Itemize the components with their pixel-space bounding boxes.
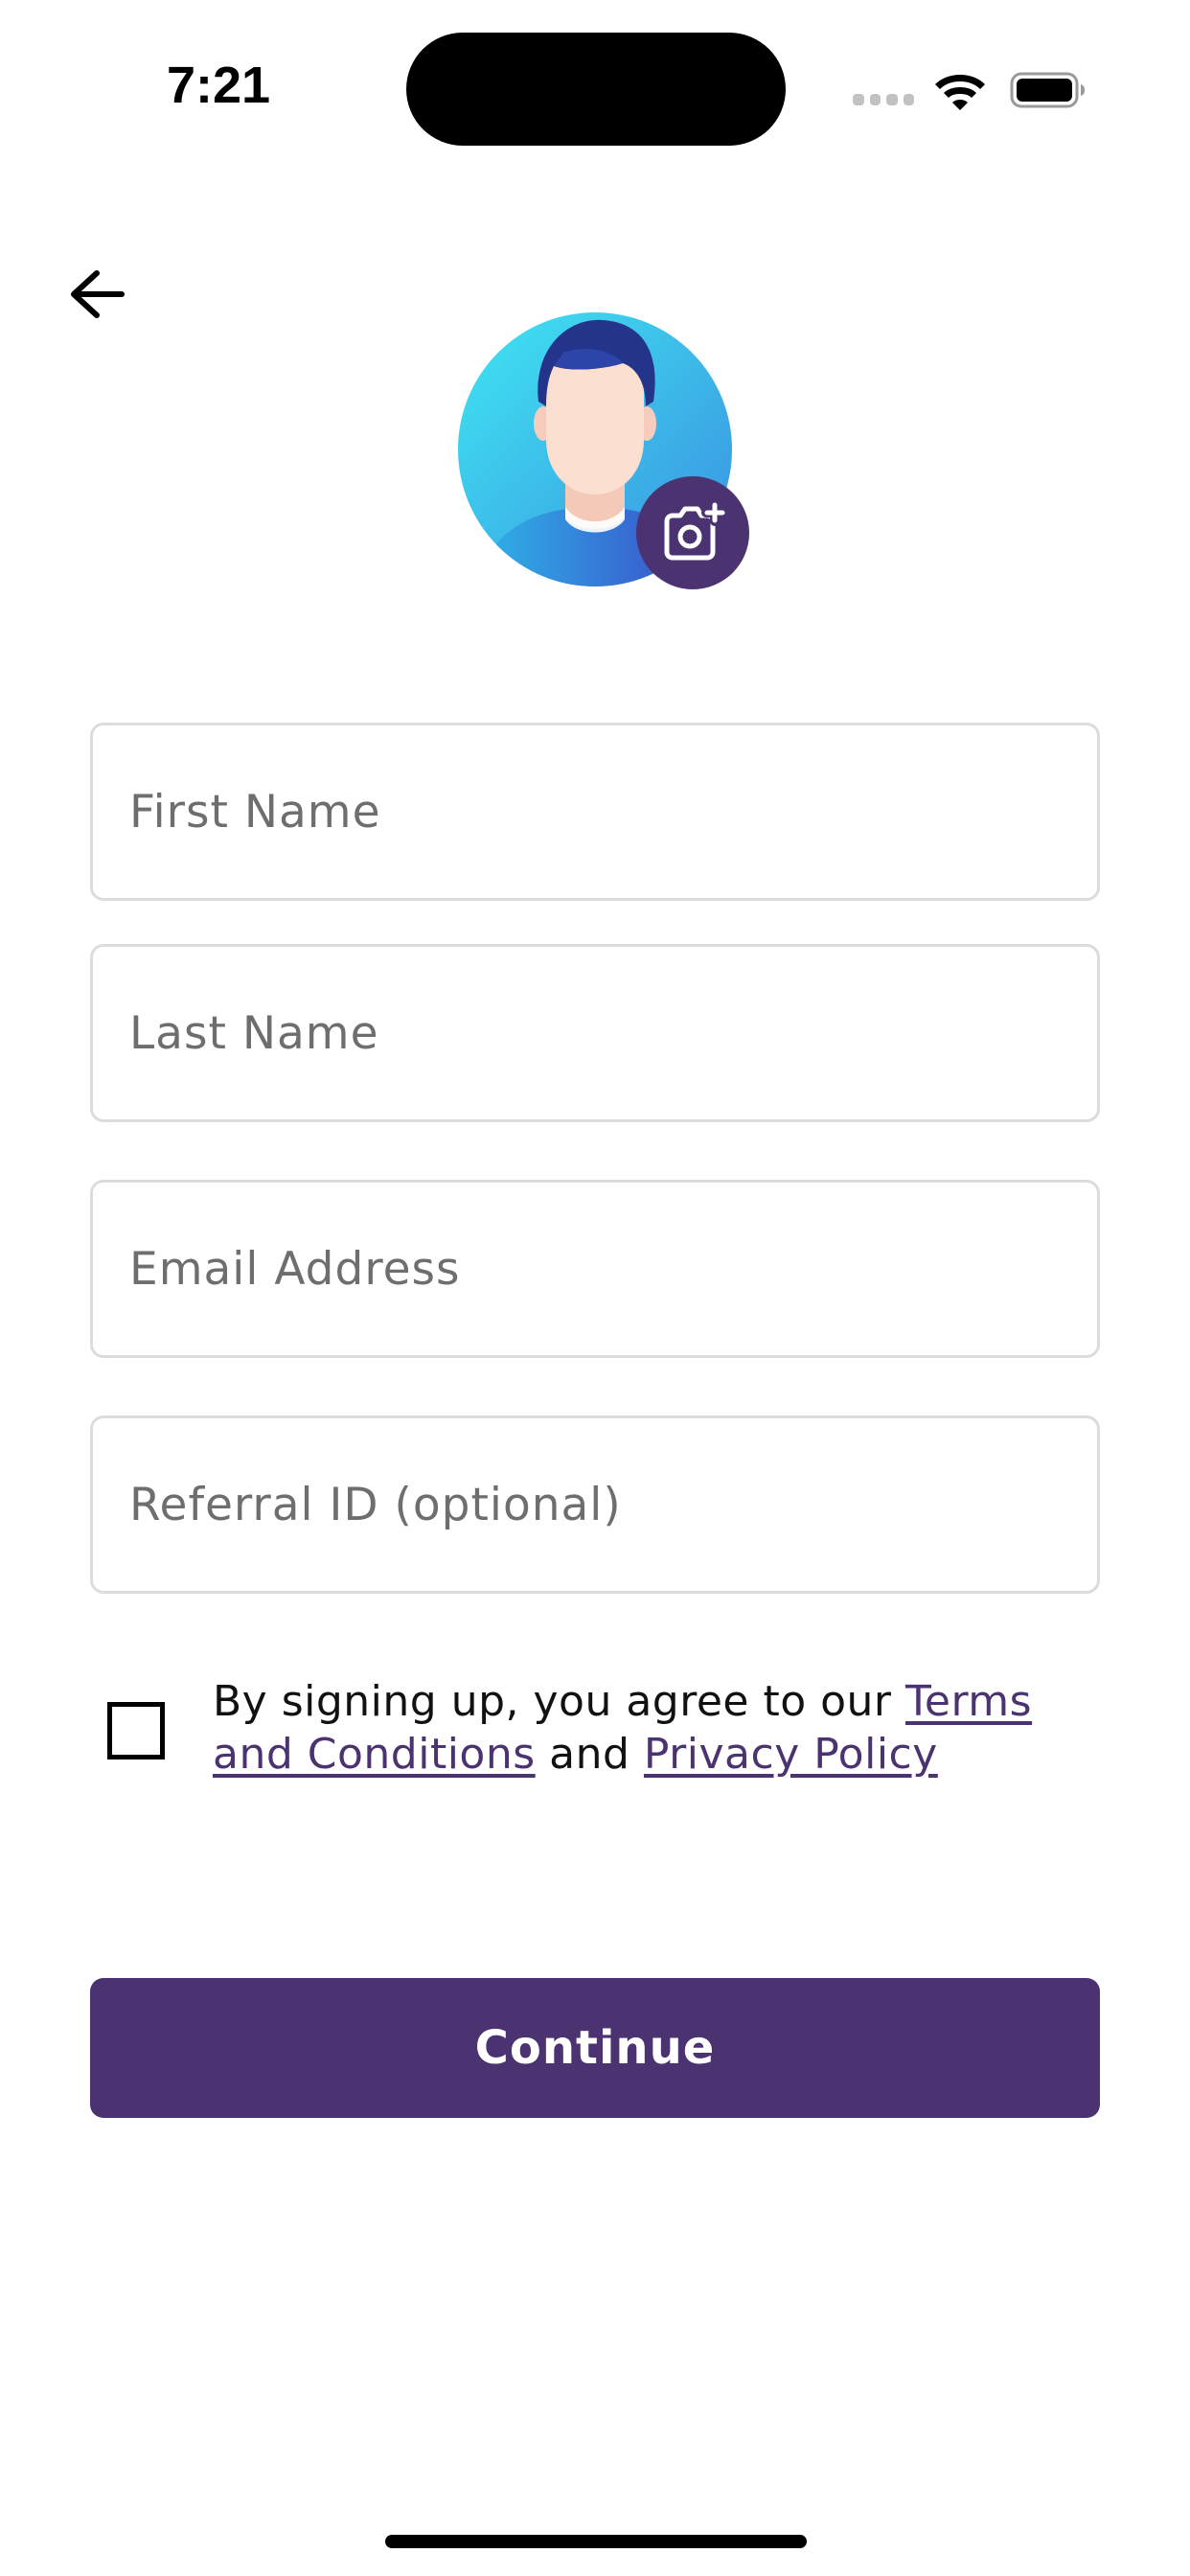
privacy-policy-link[interactable]: Privacy Policy (644, 1730, 938, 1779)
terms-text: By signing up, you agree to our Terms an… (213, 1675, 1075, 1781)
referral-id-field[interactable] (90, 1415, 1100, 1594)
terms-prefix: By signing up, you agree to our (213, 1677, 906, 1726)
back-button[interactable] (61, 259, 132, 330)
dynamic-island (406, 33, 786, 146)
terms-checkbox[interactable] (107, 1702, 165, 1760)
home-indicator (385, 2535, 807, 2548)
last-name-field[interactable] (90, 944, 1100, 1122)
first-name-input[interactable] (93, 725, 1097, 898)
terms-middle: and (535, 1730, 644, 1779)
battery-icon (1010, 72, 1085, 108)
email-field[interactable] (90, 1180, 1100, 1358)
camera-add-icon (664, 502, 726, 561)
continue-button[interactable]: Continue (90, 1978, 1100, 2118)
wifi-icon (935, 75, 985, 110)
email-input[interactable] (93, 1183, 1097, 1355)
arrow-left-icon (71, 270, 125, 318)
referral-id-input[interactable] (93, 1418, 1097, 1591)
status-bar-time: 7:21 (167, 57, 271, 114)
cellular-signal-icon (853, 94, 914, 107)
change-photo-button[interactable] (636, 476, 749, 589)
first-name-field[interactable] (90, 723, 1100, 901)
last-name-input[interactable] (93, 947, 1097, 1119)
